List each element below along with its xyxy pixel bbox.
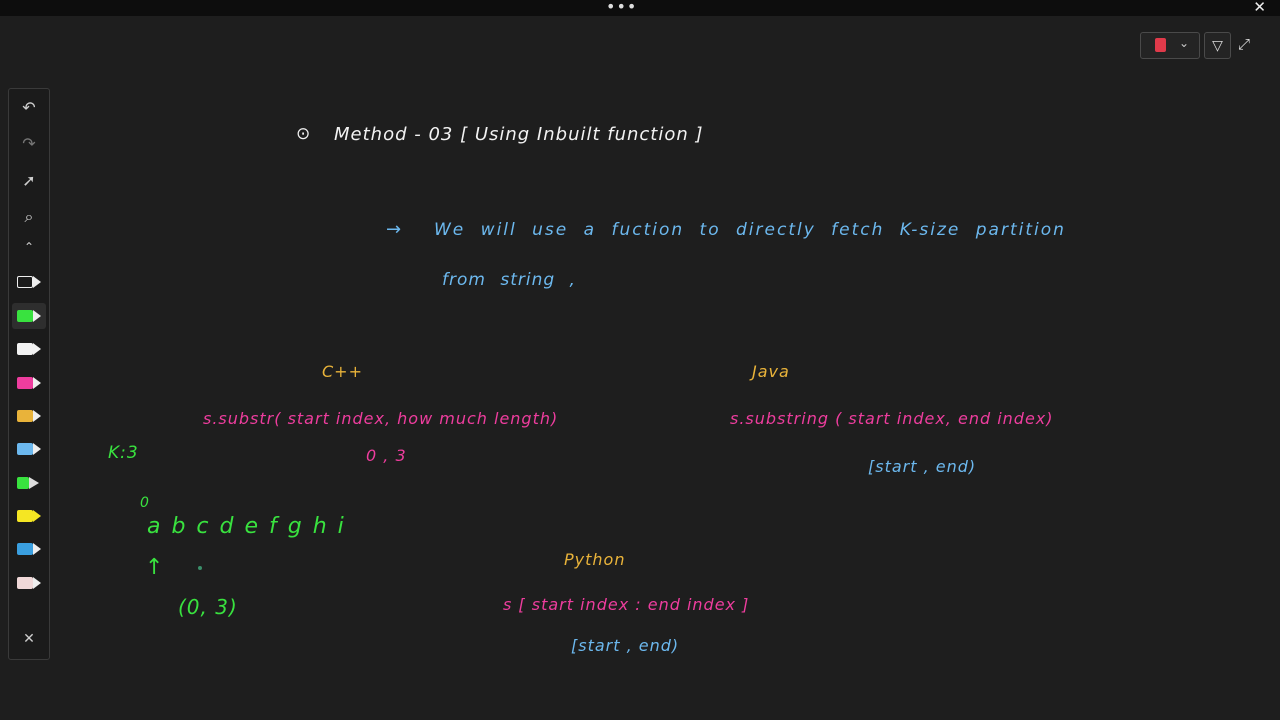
- python-range: [start , end): [571, 636, 680, 655]
- heading-bullet: ⊙: [296, 124, 312, 144]
- filter-button[interactable]: ▽: [1204, 32, 1231, 59]
- java-range: [start , end): [868, 457, 977, 476]
- redo-icon[interactable]: ↷: [12, 130, 46, 156]
- python-title: Python: [564, 550, 626, 569]
- chevron-down-icon: ⌄: [1179, 36, 1190, 50]
- collapse-icon[interactable]: ⌃: [12, 234, 46, 260]
- notebook-icon: [1155, 38, 1166, 52]
- yellow-pen-icon[interactable]: [12, 403, 46, 429]
- undo-icon[interactable]: ↶: [12, 94, 46, 120]
- pink-pen-icon[interactable]: [12, 370, 46, 396]
- light-pen-icon[interactable]: [12, 570, 46, 596]
- window-title-bar: ••• ✕: [0, 0, 1280, 16]
- filter-icon: ▽: [1212, 37, 1223, 54]
- fullscreen-icon[interactable]: ⤢: [1238, 35, 1250, 53]
- python-syntax: s [ start index : end index ]: [503, 595, 750, 614]
- green-marker-icon[interactable]: [12, 470, 46, 496]
- example-arrow: ↑: [145, 555, 165, 580]
- drawing-toolbar: ↶ ↷ ➚ ⌕ ⌃ ✕: [8, 88, 50, 660]
- java-syntax: s.substring ( start index, end index): [730, 409, 1054, 428]
- java-title: Java: [752, 362, 790, 381]
- page-heading: Method - 03 [ Using Inbuilt function ]: [334, 124, 704, 145]
- eye-pen-icon[interactable]: [12, 269, 46, 295]
- cpp-syntax: s.substr( start index, how much length): [203, 409, 559, 428]
- yellow-highlighter-icon[interactable]: [12, 503, 46, 529]
- note-line-1: We will use a fuction to directly fetch …: [434, 220, 1066, 240]
- blue-pen-icon[interactable]: [12, 436, 46, 462]
- example-zero: 0: [140, 495, 150, 511]
- cursor-dot: [198, 566, 202, 570]
- window-close-button[interactable]: ✕: [1253, 0, 1266, 16]
- example-k: K:3: [108, 443, 139, 463]
- example-letters: a b c d e f g h i: [147, 514, 346, 539]
- blue-pen-2-icon[interactable]: [12, 536, 46, 562]
- pointer-icon[interactable]: ➚: [12, 167, 46, 193]
- search-icon[interactable]: ⌕: [12, 204, 46, 230]
- close-icon[interactable]: ✕: [12, 626, 46, 652]
- window-menu-button[interactable]: •••: [606, 0, 637, 16]
- example-range: (0, 3): [178, 595, 238, 619]
- note-line-2: from string ,: [442, 270, 576, 290]
- notebook-selector[interactable]: ⌄: [1140, 32, 1200, 59]
- cpp-title: C++: [322, 362, 363, 381]
- cpp-args: 0 , 3: [366, 446, 407, 465]
- note-arrow: →: [386, 219, 403, 240]
- white-pen-icon[interactable]: [12, 336, 46, 362]
- green-pen-icon[interactable]: [12, 303, 46, 329]
